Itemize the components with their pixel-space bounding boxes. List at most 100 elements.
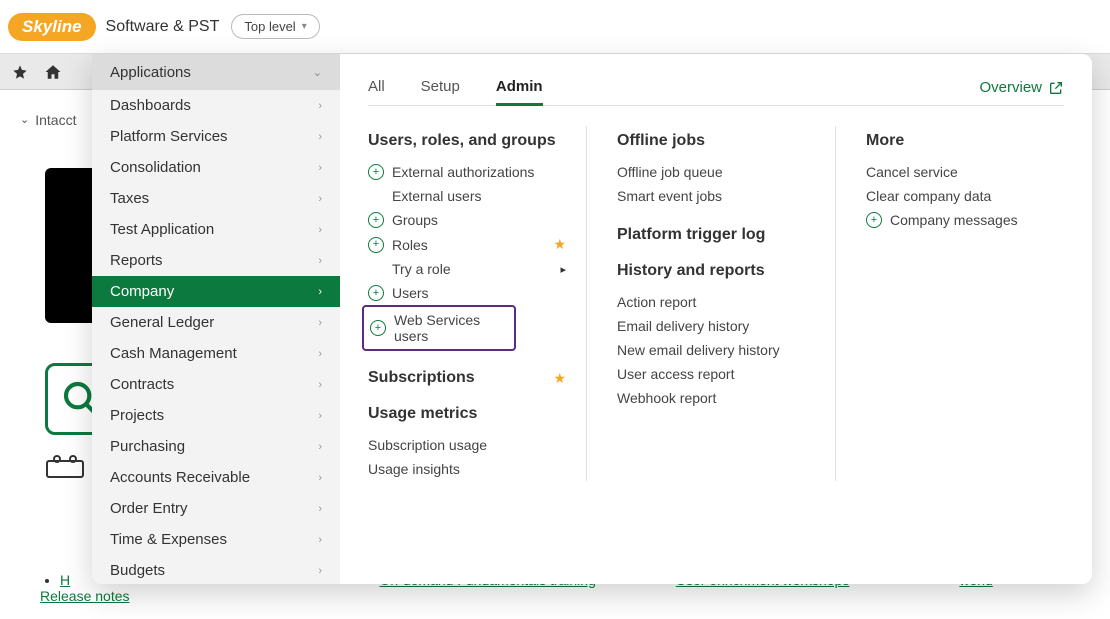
tab-all[interactable]: All <box>368 70 385 106</box>
chevron-down-icon: ⌄ <box>20 113 29 126</box>
menu-link-user-access-report[interactable]: User access report <box>617 362 815 386</box>
add-icon[interactable]: + <box>866 212 882 228</box>
mega-left-item-label: Reports <box>110 252 163 269</box>
top-header: Skyline Software & PST Top level ▾ <box>0 0 1110 54</box>
mega-menu-right-panel: All Setup Admin Overview Users, roles, a… <box>340 54 1092 584</box>
menu-link-label: External authorizations <box>392 164 534 180</box>
mega-left-item-general-ledger[interactable]: General Ledger› <box>92 307 340 338</box>
external-link-icon <box>1048 80 1064 96</box>
mega-left-item-order-entry[interactable]: Order Entry› <box>92 493 340 524</box>
subscriptions-label: Subscriptions <box>368 369 475 387</box>
applications-menu-trigger[interactable]: Applications ⌄ <box>92 54 340 90</box>
menu-link-label: Clear company data <box>866 188 991 204</box>
menu-link-subscription-usage[interactable]: Subscription usage <box>368 433 566 457</box>
menu-link-offline-job-queue[interactable]: Offline job queue <box>617 160 815 184</box>
add-icon[interactable]: + <box>368 285 384 301</box>
menu-link-email-delivery-history[interactable]: Email delivery history <box>617 314 815 338</box>
menu-link-web-services-users[interactable]: + Web Services users <box>362 305 516 351</box>
chevron-down-icon: ⌄ <box>313 66 322 79</box>
menu-link-groups[interactable]: +Groups <box>368 208 566 232</box>
chevron-right-icon: › <box>318 224 322 236</box>
mega-left-item-label: Platform Services <box>110 128 228 145</box>
chevron-right-icon: › <box>318 410 322 422</box>
add-icon[interactable]: + <box>368 212 384 228</box>
link-release-notes[interactable]: Release notes <box>40 588 130 604</box>
mega-left-item-label: Time & Expenses <box>110 531 227 548</box>
chevron-right-icon: › <box>318 441 322 453</box>
mega-left-item-consolidation[interactable]: Consolidation› <box>92 152 340 183</box>
menu-link-new-email-delivery-history[interactable]: New email delivery history <box>617 338 815 362</box>
chevron-right-icon: ▸ <box>560 263 566 276</box>
mega-left-item-budgets[interactable]: Budgets› <box>92 555 340 584</box>
section-offline-jobs: Offline jobs <box>617 132 815 150</box>
mega-left-item-dashboards[interactable]: Dashboards› <box>92 90 340 121</box>
star-icon: ★ <box>553 236 566 253</box>
menu-link-company-messages[interactable]: + Company messages <box>866 208 1064 232</box>
mega-col-1: Users, roles, and groups +External autho… <box>368 126 587 481</box>
id-badge-icon <box>45 455 85 479</box>
chevron-right-icon: › <box>318 286 322 298</box>
menu-link-label: Web Services users <box>394 312 508 344</box>
add-icon[interactable]: + <box>368 164 384 180</box>
favorite-icon[interactable] <box>12 63 28 80</box>
mega-left-item-projects[interactable]: Projects › <box>92 400 340 431</box>
mega-left-item-accounts-receivable[interactable]: Accounts Receivable› <box>92 462 340 493</box>
chevron-right-icon: › <box>318 472 322 484</box>
mega-menu-left-nav: Dashboards›Platform Services›Consolidati… <box>92 54 340 584</box>
menu-link-try-a-role[interactable]: Try a role ▸ <box>368 257 566 281</box>
intacct-collapse-toggle[interactable]: ⌄ Intacct <box>20 112 76 128</box>
chevron-right-icon: › <box>318 255 322 267</box>
tab-setup[interactable]: Setup <box>421 70 460 106</box>
overview-link[interactable]: Overview <box>979 79 1064 96</box>
mega-left-item-test-application[interactable]: Test Application › <box>92 214 340 245</box>
chevron-right-icon: › <box>318 100 322 112</box>
chevron-down-icon: ▾ <box>302 21 307 32</box>
mega-left-item-platform-services[interactable]: Platform Services› <box>92 121 340 152</box>
menu-link-label: Try a role <box>392 261 451 277</box>
overview-label: Overview <box>979 79 1042 96</box>
menu-link-roles[interactable]: +Roles★ <box>368 232 566 257</box>
section-history-reports: History and reports <box>617 262 815 280</box>
logo: Skyline <box>8 13 96 41</box>
menu-link-usage-insights[interactable]: Usage insights <box>368 457 566 481</box>
section-subscriptions[interactable]: Subscriptions ★ <box>368 369 566 387</box>
top-level-dropdown[interactable]: Top level ▾ <box>231 14 319 39</box>
section-platform-trigger-log[interactable]: Platform trigger log <box>617 226 815 244</box>
menu-link-external-users[interactable]: External users <box>368 184 566 208</box>
chevron-right-icon: › <box>318 193 322 205</box>
menu-link-action-report[interactable]: Action report <box>617 290 815 314</box>
chevron-right-icon: › <box>318 379 322 391</box>
mega-left-item-taxes[interactable]: Taxes › <box>92 183 340 214</box>
menu-link-cancel-service[interactable]: Cancel service <box>866 160 1064 184</box>
mega-left-item-purchasing[interactable]: Purchasing› <box>92 431 340 462</box>
link-h[interactable]: H <box>60 572 70 588</box>
add-icon[interactable]: + <box>368 237 384 253</box>
mega-left-item-contracts[interactable]: Contracts› <box>92 369 340 400</box>
menu-link-clear-company-data[interactable]: Clear company data <box>866 184 1064 208</box>
menu-link-users[interactable]: +Users <box>368 281 566 305</box>
mega-left-item-label: Taxes <box>110 190 149 207</box>
mega-columns: Users, roles, and groups +External autho… <box>368 126 1064 481</box>
mega-left-item-cash-management[interactable]: Cash Management› <box>92 338 340 369</box>
mega-left-item-reports[interactable]: Reports › <box>92 245 340 276</box>
mega-col-2: Offline jobs Offline job queueSmart even… <box>617 126 836 481</box>
menu-link-external-authorizations[interactable]: + External authorizations <box>368 160 566 184</box>
menu-link-smart-event-jobs[interactable]: Smart event jobs <box>617 184 815 208</box>
star-icon: ★ <box>553 370 566 387</box>
mega-left-item-time-expenses[interactable]: Time & Expenses› <box>92 524 340 555</box>
menu-link-webhook-report[interactable]: Webhook report <box>617 386 815 410</box>
mega-left-item-label: Budgets <box>110 562 165 579</box>
mega-menu: Dashboards›Platform Services›Consolidati… <box>92 54 1092 584</box>
mega-left-item-company[interactable]: Company› <box>92 276 340 307</box>
tab-admin[interactable]: Admin <box>496 70 543 106</box>
menu-link-label: Cancel service <box>866 164 958 180</box>
mega-left-item-label: Test Application <box>110 221 214 238</box>
intacct-label: Intacct <box>35 112 76 128</box>
section-usage-metrics: Usage metrics <box>368 405 566 423</box>
home-icon[interactable] <box>44 62 62 80</box>
mega-left-item-label: Projects <box>110 407 164 424</box>
chevron-right-icon: › <box>318 503 322 515</box>
menu-link-label: Company messages <box>890 212 1018 228</box>
section-more: More <box>866 132 1064 150</box>
add-icon[interactable]: + <box>370 320 386 336</box>
